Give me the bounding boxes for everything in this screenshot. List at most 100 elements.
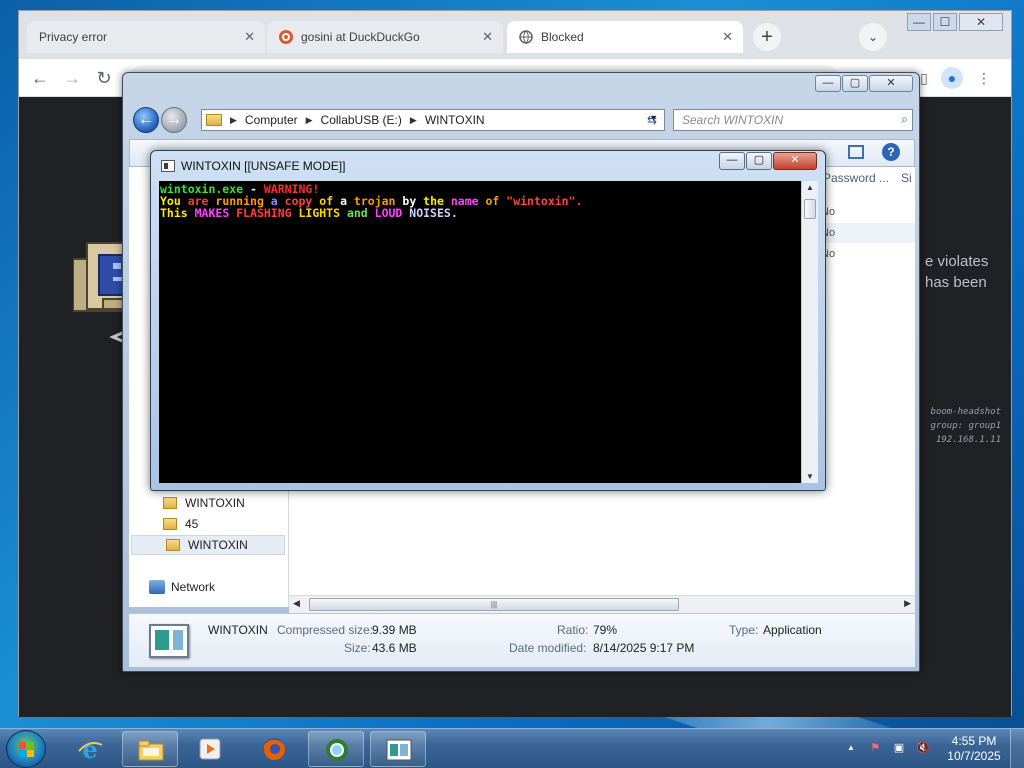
tab-search-button[interactable]: ⌄ [859,23,887,51]
minimize-button[interactable]: — [719,152,745,170]
close-button[interactable]: ✕ [869,75,913,92]
application-window-icon [386,739,412,761]
details-type-value: Application [763,623,822,637]
breadcrumb-drive[interactable]: CollabUSB (E:) [321,113,402,127]
console-text-segment: MAKES [194,206,237,220]
browser-globe-icon [326,739,348,761]
details-type-label: Type: [729,623,759,637]
close-icon[interactable]: ✕ [482,29,493,45]
maximize-button[interactable]: ☐ [933,13,957,31]
scroll-left-icon[interactable]: ◀ [293,598,300,609]
details-modified-label: Date modified: [509,641,587,655]
reload-button[interactable]: ↻ [93,67,115,89]
nav-item-label: WINTOXIN [188,538,248,552]
nav-item-wintoxin-selected[interactable]: WINTOXIN [131,535,285,555]
tab-privacy-error[interactable]: Privacy error ✕ [27,21,265,53]
console-output[interactable]: wintoxin.exe - WARNING! You are running a… [159,181,801,483]
start-button[interactable] [6,730,46,768]
nav-item-wintoxin[interactable]: WINTOXIN [143,493,245,513]
folder-icon [163,497,177,509]
column-header-size[interactable]: Si [901,171,912,185]
column-header-password[interactable]: Password ... [823,171,889,185]
console-window: WINTOXIN [[UNSAFE MODE]] — ▢ ✕ wintoxin.… [150,150,826,491]
volume-muted-icon[interactable]: 🔇 [916,741,930,755]
maximize-button[interactable]: ▢ [842,75,868,92]
minimize-button[interactable]: — [815,75,841,92]
console-line: This MAKES FLASHING LIGHTS and LOUD NOIS… [160,207,800,219]
search-icon[interactable]: ⌕ [901,112,908,127]
scroll-right-icon[interactable]: ▶ [904,598,911,609]
breadcrumb-folder[interactable]: WINTOXIN [425,113,485,127]
scroll-up-icon[interactable]: ▲ [806,183,814,192]
tab-strip: Privacy error ✕ gosini at DuckDuckGo ✕ B… [19,11,1011,59]
tab-blocked[interactable]: Blocked ✕ [507,21,743,53]
blocked-info-line1: boom-headshot [930,407,1001,417]
taskbar-firefox[interactable] [246,731,302,767]
help-icon[interactable]: ? [882,143,900,161]
folder-icon [163,518,177,530]
console-text-segment: LOUD [374,206,410,220]
browser-window-controls: — ☐ ✕ [905,13,1003,31]
console-title: WINTOXIN [[UNSAFE MODE]] [181,159,346,173]
tab-label: Blocked [541,30,584,44]
taskbar-wintoxin-console[interactable] [370,731,426,767]
nav-item-45[interactable]: 45 [143,514,198,534]
tray-expand-icon[interactable]: ▲ [844,741,858,755]
taskbar-internet-explorer[interactable]: e [62,731,118,767]
console-scrollbar[interactable]: ▲ ▼ [801,181,818,483]
back-arrow-icon[interactable]: ← [133,107,159,133]
nav-item-label: WINTOXIN [185,496,245,510]
refresh-icon[interactable]: ⇆ [641,109,663,131]
new-tab-button[interactable]: + [753,23,781,51]
details-modified-value: 8/14/2025 9:17 PM [593,641,695,655]
internet-explorer-icon: e [78,737,103,761]
nav-item-network[interactable]: Network [149,577,215,597]
menu-kebab-icon[interactable]: ⋮ [973,67,995,89]
explorer-window-controls: — ▢ ✕ [814,75,913,92]
breadcrumb-separator: ▶ [230,114,237,125]
violation-text-line2: has been [925,274,987,291]
nav-item-label: 45 [185,517,199,531]
console-text-segment: LIGHTS [298,206,347,220]
network-icon [149,580,165,594]
console-text-segment: NOISES. [409,206,458,220]
application-icon [149,624,189,658]
network-tray-icon[interactable]: ▣ [892,741,906,755]
action-center-flag-icon[interactable]: ⚑ [868,741,882,755]
folder-icon [166,539,180,551]
scroll-thumb[interactable]: ||| [309,598,679,611]
close-icon[interactable]: ✕ [722,29,733,45]
console-text-segment: FLASHING [236,206,299,220]
close-button[interactable]: ✕ [773,152,817,170]
taskbar: e ▲ ⚑ ▣ 🔇 4:55 PM 10/7/2025 [0,728,1024,768]
show-desktop-button[interactable] [1010,729,1024,768]
breadcrumb-computer[interactable]: Computer [245,113,298,127]
console-text-segment: of [485,194,507,208]
svg-text:e: e [82,737,97,761]
taskbar-file-explorer[interactable] [122,731,178,767]
clock-date: 10/7/2025 [947,749,1001,763]
scroll-thumb[interactable] [804,199,816,219]
back-button[interactable]: ← [29,67,51,89]
globe-icon [519,30,533,44]
details-size-value: 43.6 MB [372,641,417,655]
blocked-info-line3: 192.168.1.11 [935,435,1001,445]
forward-arrow-icon[interactable]: → [161,107,187,133]
folder-icon [206,114,222,126]
maximize-button[interactable]: ▢ [746,152,772,170]
taskbar-chrome-window[interactable] [308,731,364,767]
minimize-button[interactable]: — [907,13,931,31]
forward-button[interactable]: → [61,67,83,89]
system-clock[interactable]: 4:55 PM 10/7/2025 [944,734,1004,764]
search-input[interactable]: Search WINTOXIN ⌕ [673,109,913,131]
scroll-down-icon[interactable]: ▼ [806,472,814,481]
close-icon[interactable]: ✕ [244,29,255,45]
profile-avatar-icon[interactable]: ● [941,67,963,89]
close-button[interactable]: ✕ [959,13,1003,31]
preview-pane-icon[interactable] [848,145,864,159]
explorer-address-bar[interactable]: ▶ Computer ▶ CollabUSB (E:) ▶ WINTOXIN ▼ [201,109,665,131]
horizontal-scrollbar[interactable]: ◀ ||| ▶ [289,595,915,613]
tab-label: Privacy error [39,30,108,44]
taskbar-media-player[interactable] [182,731,238,767]
tab-duckduckgo[interactable]: gosini at DuckDuckGo ✕ [267,21,503,53]
